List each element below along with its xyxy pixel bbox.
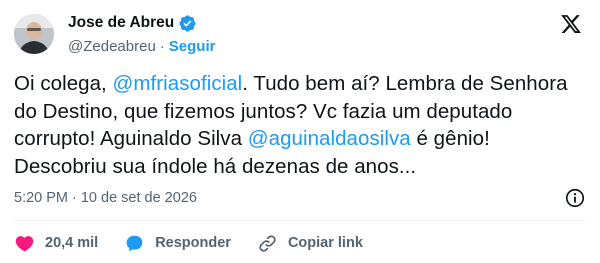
reply-label: Responder <box>155 235 231 251</box>
author-handle[interactable]: @Zedeabreu <box>68 38 156 55</box>
handle-separator: · <box>159 37 165 55</box>
copy-link-button[interactable]: Copiar link <box>257 233 363 254</box>
mention-link-mfriasoficial[interactable]: @mfriasoficial <box>113 72 243 95</box>
user-info: Jose de Abreu @Zedeabreu · Seguir <box>68 12 215 58</box>
info-icon[interactable] <box>564 187 586 209</box>
divider <box>14 220 586 221</box>
verified-badge-icon <box>179 14 196 32</box>
link-icon <box>259 234 276 252</box>
tweet-time[interactable]: 5:20 PM <box>14 190 68 206</box>
avatar-image <box>14 14 54 54</box>
author-name[interactable]: Jose de Abreu <box>68 14 174 32</box>
heart-icon <box>15 235 34 252</box>
tweet-date[interactable]: 10 de set de 2026 <box>81 190 197 206</box>
reply-bubble-icon <box>126 235 143 251</box>
follow-button[interactable]: Seguir <box>169 38 216 55</box>
mention-link-aguinaldaosilva[interactable]: @aguinaldaosilva <box>248 127 411 150</box>
tweet-text: Oi colega, @mfriasoficial. Tudo bem aí? … <box>14 70 586 180</box>
avatar[interactable] <box>14 14 54 54</box>
x-logo-icon[interactable] <box>560 13 582 35</box>
tweet-text-part1: Oi colega, <box>14 72 113 95</box>
copy-link-label: Copiar link <box>287 235 363 251</box>
reply-button[interactable]: Responder <box>124 233 231 254</box>
tweet-header: Jose de Abreu @Zedeabreu · Seguir <box>14 10 586 62</box>
like-button[interactable]: 20,4 mil <box>14 233 98 254</box>
like-count: 20,4 mil <box>45 235 99 251</box>
action-bar: 20,4 mil Responder Copiar link <box>14 232 389 254</box>
tweet-meta: 5:20 PM · 10 de set de 2026 <box>14 190 197 206</box>
meta-separator: · <box>72 190 77 206</box>
